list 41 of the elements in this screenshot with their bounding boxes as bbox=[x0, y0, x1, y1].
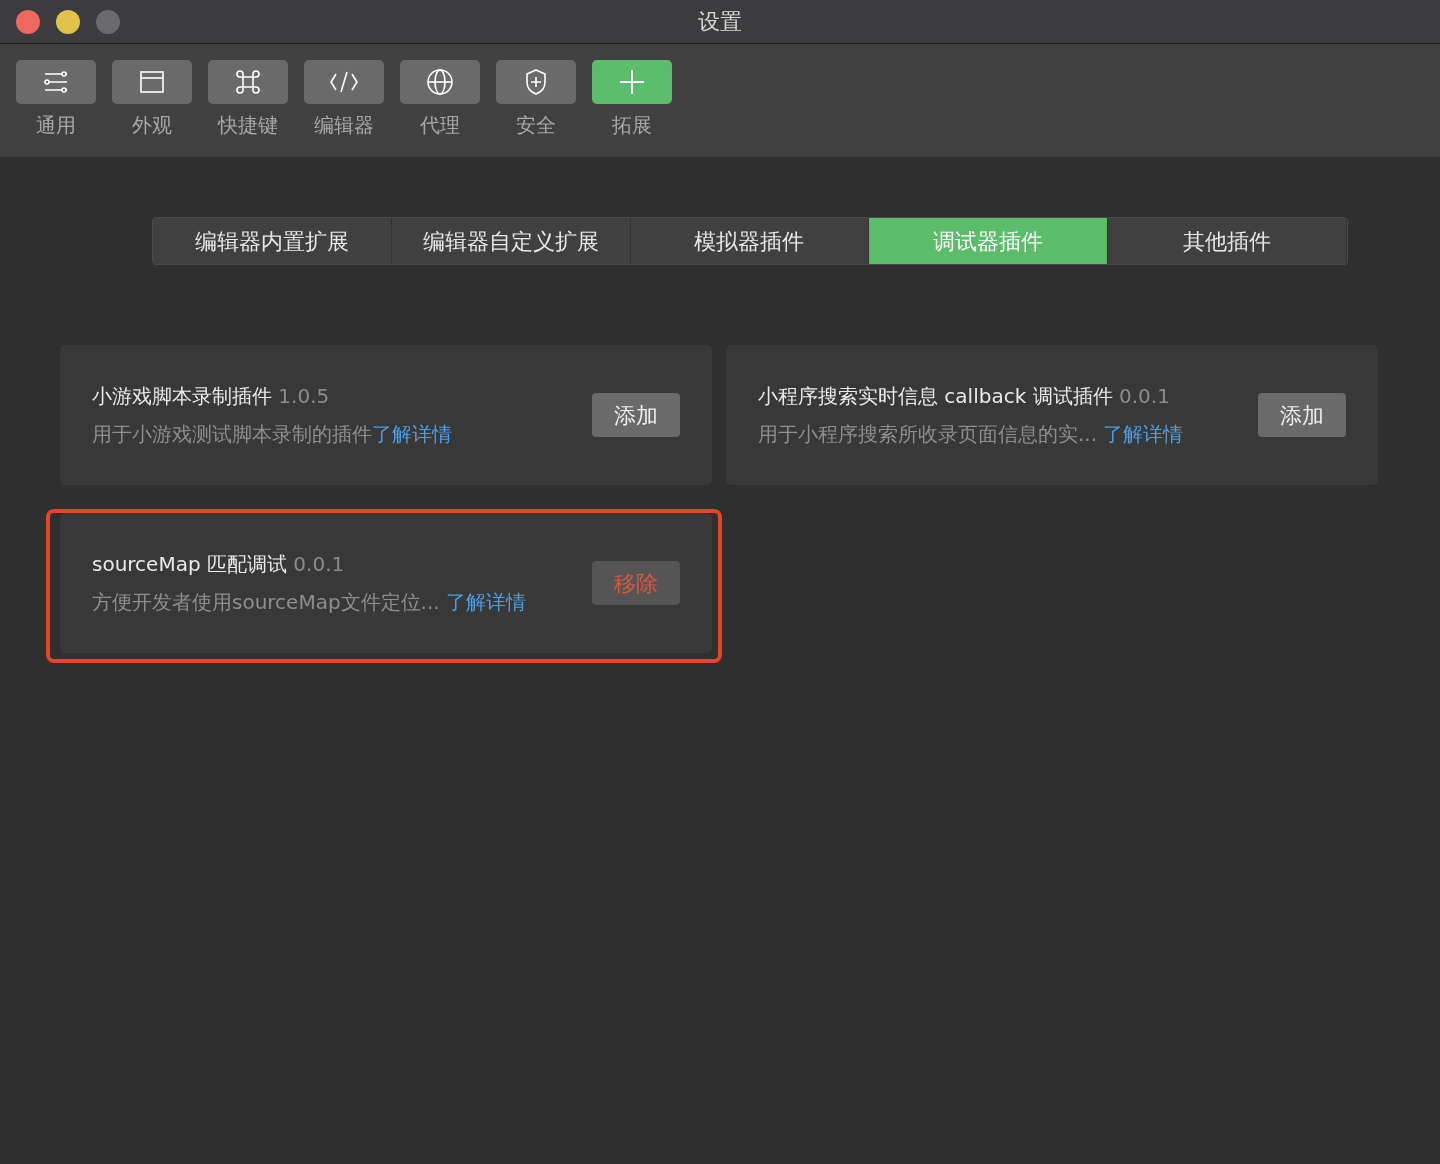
toolbar-button[interactable] bbox=[208, 60, 288, 104]
toolbar-button[interactable] bbox=[112, 60, 192, 104]
toolbar-label: 代理 bbox=[420, 112, 460, 139]
shield-icon bbox=[524, 68, 548, 96]
toolbar-button[interactable] bbox=[592, 60, 672, 104]
code-icon bbox=[328, 70, 360, 94]
plugin-name: 小游戏脚本录制插件 bbox=[92, 384, 273, 408]
toolbar-label: 快捷键 bbox=[218, 112, 278, 139]
add-button[interactable]: 添加 bbox=[1258, 393, 1346, 437]
plugin-version: 0.0.1 bbox=[293, 552, 345, 576]
plugin-name: sourceMap 匹配调试 bbox=[92, 552, 288, 576]
zoom-button[interactable] bbox=[96, 10, 120, 34]
details-link[interactable]: 了解详情 bbox=[1103, 422, 1184, 446]
details-link[interactable]: 了解详情 bbox=[445, 590, 526, 614]
plugin-name: 小程序搜索实时信息 callback 调试插件 bbox=[758, 384, 1114, 408]
toolbar-label: 通用 bbox=[36, 112, 76, 139]
toolbar-label: 编辑器 bbox=[314, 112, 374, 139]
add-button[interactable]: 添加 bbox=[592, 393, 680, 437]
plugin-description: 用于小游戏测试脚本录制的插件 bbox=[92, 422, 372, 446]
plugin-version: 1.0.5 bbox=[278, 384, 330, 408]
toolbar-label: 拓展 bbox=[612, 112, 652, 139]
toolbar-label: 外观 bbox=[132, 112, 172, 139]
toolbar-button[interactable] bbox=[496, 60, 576, 104]
plugin-description: 用于小程序搜索所收录页面信息的实... bbox=[758, 422, 1098, 446]
command-key-icon bbox=[235, 69, 261, 95]
plugin-description: 方便开发者使用sourceMap文件定位... bbox=[92, 590, 440, 614]
tab[interactable]: 编辑器内置扩展 bbox=[153, 218, 392, 264]
plugin-version: 0.0.1 bbox=[1118, 384, 1170, 408]
minimize-button[interactable] bbox=[56, 10, 80, 34]
toolbar-label: 安全 bbox=[516, 112, 556, 139]
toolbar-button[interactable] bbox=[400, 60, 480, 104]
plus-icon bbox=[619, 69, 645, 95]
globe-icon bbox=[426, 68, 454, 96]
window-title: 设置 bbox=[698, 8, 742, 36]
close-button[interactable] bbox=[16, 10, 40, 34]
toolbar-button[interactable] bbox=[304, 60, 384, 104]
sliders-icon bbox=[43, 70, 69, 94]
window-icon bbox=[139, 70, 165, 94]
tab[interactable]: 调试器插件 bbox=[869, 218, 1109, 264]
details-link[interactable]: 了解详情 bbox=[372, 422, 452, 446]
toolbar-button[interactable] bbox=[16, 60, 96, 104]
